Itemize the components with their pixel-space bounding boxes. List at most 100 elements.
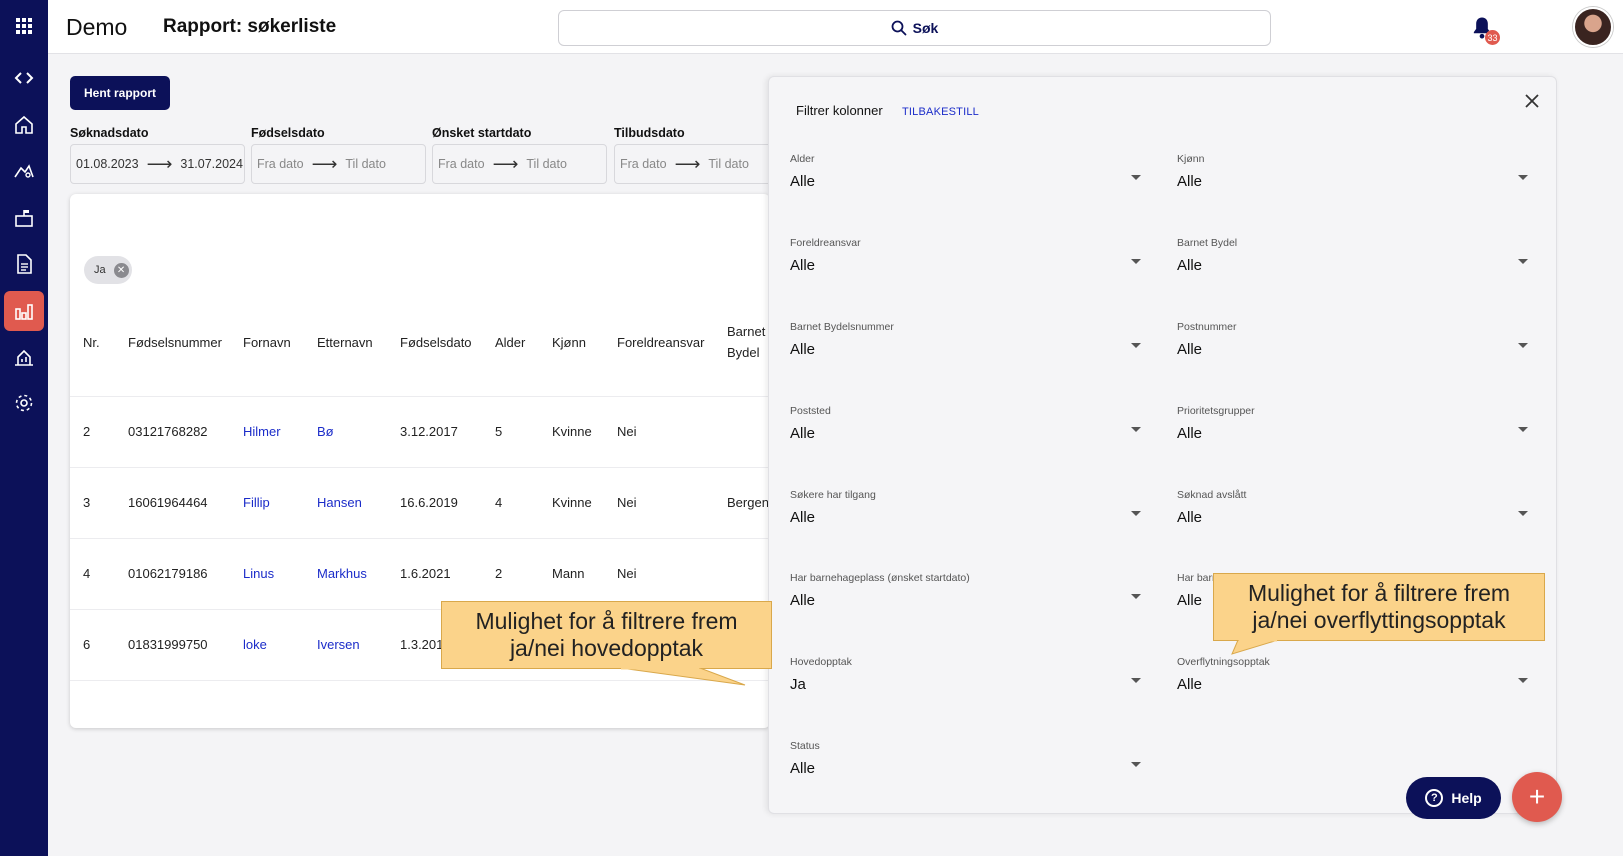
table-row[interactable]: 4 01062179186 Linus Markhus 1.6.2021 2 Mann Nei — [70, 538, 770, 609]
column-header[interactable]: Foreldreansvar — [617, 332, 704, 353]
column-header[interactable]: Fødselsnummer — [128, 332, 222, 353]
table-cell: Kvinne — [552, 424, 592, 439]
page: Demo Rapport: søkerliste Søk 33 Hent rap… — [0, 0, 1623, 856]
filter-panel: Filtrer kolonner TILBAKESTILL Alder Alle… — [768, 76, 1557, 814]
date-range-input[interactable]: Fra dato ⟶ Til dato — [614, 144, 789, 184]
filter-select[interactable]: Søkere har tilgang Alle — [790, 489, 1147, 529]
dropdown-arrow-icon — [1131, 259, 1141, 264]
sidebar-item-home[interactable] — [4, 105, 44, 145]
last-name-link[interactable]: Bø — [317, 424, 334, 439]
column-header[interactable]: Kjønn — [552, 332, 586, 353]
brand-name[interactable]: Demo — [66, 14, 127, 41]
date-filter-group: Fødselsdato Fra dato ⟶ Til dato — [251, 126, 426, 184]
filter-select[interactable]: Barnet Bydel Alle — [1177, 237, 1534, 277]
date-filter-label: Tilbudsdato — [614, 126, 685, 140]
sidebar-item-settings[interactable] — [4, 383, 44, 423]
first-name-link[interactable]: loke — [243, 637, 267, 652]
filter-select[interactable]: Alder Alle — [790, 153, 1147, 193]
date-range-input[interactable]: Fra dato ⟶ Til dato — [432, 144, 607, 184]
filter-select[interactable]: Hovedopptak Ja — [790, 656, 1147, 696]
search-input[interactable]: Søk — [558, 10, 1271, 46]
dropdown-arrow-icon — [1518, 511, 1528, 516]
date-to-field[interactable]: Til dato — [345, 157, 386, 171]
date-filter-label: Fødselsdato — [251, 126, 325, 140]
filter-select-value: Alle — [1177, 257, 1203, 274]
sidebar-item-apps-grid[interactable] — [4, 6, 44, 46]
filter-select[interactable]: Foreldreansvar Alle — [790, 237, 1147, 277]
dropdown-arrow-icon — [1131, 175, 1141, 180]
filter-chip[interactable]: Ja ✕ — [84, 256, 132, 284]
close-icon[interactable] — [1522, 91, 1542, 111]
date-from-field[interactable]: Fra dato — [620, 157, 667, 171]
table-cell: 1.6.2021 — [400, 566, 451, 581]
dropdown-arrow-icon — [1518, 427, 1528, 432]
sidebar-item-report-chart[interactable] — [4, 291, 44, 331]
date-range-input[interactable]: 01.08.2023 ⟶ 31.07.2024 — [70, 144, 245, 184]
filter-select[interactable]: Søknad avslått Alle — [1177, 489, 1534, 529]
search-icon — [891, 20, 907, 36]
filter-select[interactable]: Postnummer Alle — [1177, 321, 1534, 361]
sidebar-item-house-chart[interactable] — [4, 337, 44, 377]
filter-select[interactable]: Kjønn Alle — [1177, 153, 1534, 193]
filter-select-value: Alle — [790, 173, 816, 190]
add-button[interactable]: + — [1512, 772, 1562, 822]
first-name-link[interactable]: Hilmer — [243, 424, 281, 439]
fetch-report-button[interactable]: Hent rapport — [70, 76, 170, 110]
table-cell: 16061964464 — [128, 495, 208, 510]
table-cell: 5 — [495, 424, 503, 439]
column-header[interactable]: Fornavn — [243, 332, 291, 353]
filter-select-value: Alle — [790, 760, 816, 777]
sidebar-item-code[interactable] — [4, 58, 44, 98]
date-to-field[interactable]: Til dato — [708, 157, 749, 171]
date-range-input[interactable]: Fra dato ⟶ Til dato — [251, 144, 426, 184]
sidebar-item-playground[interactable] — [4, 151, 44, 191]
filter-select[interactable]: Har barnehageplass (ønsket startdato) Al… — [790, 572, 1147, 612]
filter-select[interactable]: Barnet Bydelsnummer Alle — [790, 321, 1147, 361]
column-header[interactable]: Fødselsdato — [400, 332, 472, 353]
date-to-field[interactable]: 31.07.2024 — [180, 157, 243, 171]
building-icon — [15, 210, 33, 227]
date-to-field[interactable]: Til dato — [526, 157, 567, 171]
column-header[interactable]: Alder — [495, 332, 525, 353]
last-name-link[interactable]: Hansen — [317, 495, 362, 510]
filter-select[interactable]: Overflytningsopptak Alle — [1177, 656, 1534, 696]
column-header[interactable]: Nr. — [83, 332, 100, 353]
code-icon — [14, 72, 34, 84]
date-from-field[interactable]: Fra dato — [257, 157, 304, 171]
last-name-link[interactable]: Iversen — [317, 637, 360, 652]
chip-remove-icon[interactable]: ✕ — [113, 262, 129, 278]
column-header[interactable]: Etternavn — [317, 332, 373, 353]
filter-select[interactable]: Status Alle — [790, 740, 1147, 780]
sidebar-item-document[interactable] — [4, 244, 44, 284]
last-name-link[interactable]: Markhus — [317, 566, 367, 581]
avatar[interactable] — [1573, 7, 1613, 47]
callout-hovedopptak: Mulighet for å filtrere frem ja/nei hove… — [441, 601, 772, 669]
callout-hovedopptak-line1: Mulighet for å filtrere frem — [475, 608, 738, 634]
first-name-link[interactable]: Fillip — [243, 495, 270, 510]
help-button[interactable]: ? Help — [1406, 777, 1501, 819]
callout-hovedopptak-line2: ja/nei hovedopptak — [509, 635, 704, 661]
callout-overflytting-line1: Mulighet for å filtrere frem — [1247, 580, 1511, 606]
reset-filters-link[interactable]: TILBAKESTILL — [902, 106, 979, 118]
dropdown-arrow-icon — [1131, 678, 1141, 683]
date-from-field[interactable]: Fra dato — [438, 157, 485, 171]
document-icon — [17, 254, 32, 274]
filter-select[interactable]: Poststed Alle — [790, 405, 1147, 445]
first-name-link[interactable]: Linus — [243, 566, 274, 581]
table-cell: 3.12.2017 — [400, 424, 458, 439]
top-bar: Demo Rapport: søkerliste Søk 33 — [48, 0, 1623, 54]
table-row[interactable]: 3 16061964464 Fillip Hansen 16.6.2019 4 Kvinne… — [70, 467, 770, 538]
filter-select-label: Søkere har tilgang — [790, 489, 876, 501]
filter-select-label: Foreldreansvar — [790, 237, 861, 249]
table-row[interactable]: 2 03121768282 Hilmer Bø 3.12.2017 5 Kvinne Nei — [70, 396, 770, 467]
table-cell: 4 — [83, 566, 91, 581]
filter-select-label: Poststed — [790, 405, 831, 417]
date-from-field[interactable]: 01.08.2023 — [76, 157, 139, 171]
dropdown-arrow-icon — [1518, 678, 1528, 683]
column-header[interactable]: Barnet Bydel — [727, 321, 770, 363]
filter-select-value: Alle — [1177, 173, 1203, 190]
table-cell: 3 — [83, 495, 91, 510]
sidebar-item-building[interactable] — [4, 198, 44, 238]
filter-select[interactable]: Prioritetsgrupper Alle — [1177, 405, 1534, 445]
dropdown-arrow-icon — [1518, 259, 1528, 264]
